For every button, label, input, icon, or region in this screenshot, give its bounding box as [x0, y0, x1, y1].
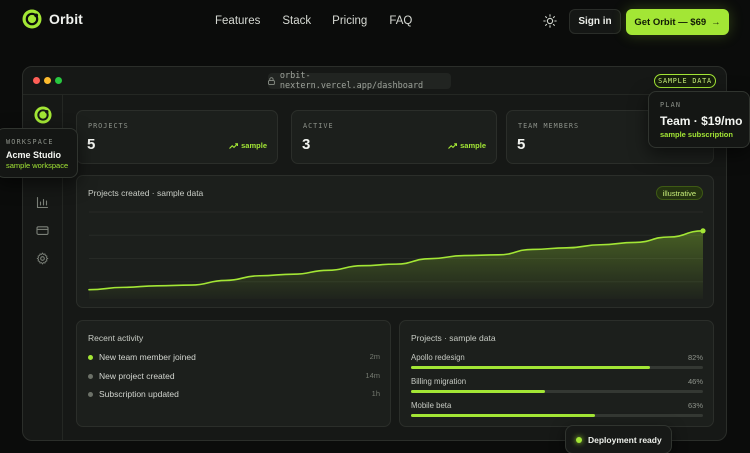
activity-item[interactable]: New project created 14m [88, 371, 380, 383]
nav-link-faq[interactable]: FAQ [389, 15, 412, 27]
progress-track [411, 390, 703, 393]
deployment-toast[interactable]: Deployment ready [565, 425, 672, 453]
sample-data-badge: SAMPLE DATA [654, 74, 716, 88]
status-dot [576, 436, 582, 443]
plan-label: PLAN [660, 101, 682, 109]
url-text: orbit-nextern.vercel.app/dashboard [279, 71, 424, 91]
stat-card-active: ACTIVE 3 sample [291, 110, 497, 164]
plan-name: Team · $19/mo [660, 114, 743, 128]
activity-dot [88, 392, 93, 397]
stat-label: TEAM MEMBERS [518, 122, 580, 130]
progress-fill [411, 414, 595, 417]
recent-activity-card: Recent activity New team member joined 2… [76, 320, 391, 427]
activity-text: New team member joined [99, 352, 196, 362]
plan-popover[interactable]: PLAN Team · $19/mo sample subscription [648, 91, 750, 148]
stat-delta-label: sample [460, 141, 486, 150]
stat-delta: sample [448, 141, 486, 150]
project-item[interactable]: Mobile beta 63% [411, 401, 703, 423]
window-titlebar: orbit-nextern.vercel.app/dashboard SAMPL… [23, 67, 726, 95]
dashboard-window: orbit-nextern.vercel.app/dashboard SAMPL… [22, 66, 727, 441]
project-percent: 46% [687, 377, 703, 386]
orbit-logo-icon[interactable] [34, 106, 52, 124]
workspace-popover[interactable]: WORKSPACE Acme Studio sample workspace [0, 128, 78, 178]
minimize-window-dot[interactable] [44, 77, 51, 84]
orbit-logo-icon [22, 9, 42, 29]
get-orbit-button[interactable]: Get Orbit — $69 → [626, 9, 729, 35]
stat-label: PROJECTS [88, 122, 129, 130]
chart-bar-icon[interactable] [36, 196, 49, 209]
activity-item[interactable]: Subscription updated 1h [88, 389, 380, 401]
progress-track [411, 366, 703, 369]
area-chart [88, 211, 706, 299]
arrow-right-icon: → [711, 16, 721, 28]
trend-up-icon [448, 142, 458, 149]
project-name: Mobile beta [411, 401, 452, 410]
activity-dot [88, 355, 93, 360]
workspace-label: WORKSPACE [6, 138, 54, 146]
get-orbit-label: Get Orbit — $69 [634, 16, 707, 28]
deployment-text: Deployment ready [588, 434, 662, 445]
nav-link-features[interactable]: Features [215, 15, 260, 27]
stat-value: 3 [302, 136, 311, 153]
activity-time: 14m [365, 371, 380, 380]
trend-up-icon [229, 142, 239, 149]
projects-chart-card: Projects created · sample data illustrat… [76, 175, 714, 308]
activity-dot [88, 374, 93, 379]
address-bar[interactable]: orbit-nextern.vercel.app/dashboard [268, 71, 451, 91]
project-name: Apollo redesign [411, 353, 465, 362]
stat-label: ACTIVE [303, 122, 334, 130]
activity-text: Subscription updated [99, 389, 179, 399]
project-percent: 63% [687, 401, 703, 410]
nav-link-stack[interactable]: Stack [282, 15, 311, 27]
nav-links: Features Stack Pricing FAQ [215, 15, 412, 27]
brand-name: Orbit [49, 11, 83, 27]
project-item[interactable]: Billing migration 46% [411, 377, 703, 399]
activity-title: Recent activity [88, 333, 144, 343]
project-name: Billing migration [411, 377, 467, 386]
progress-track [411, 414, 703, 417]
maximize-window-dot[interactable] [55, 77, 62, 84]
stat-value: 5 [87, 136, 96, 153]
activity-item[interactable]: New team member joined 2m [88, 352, 380, 364]
project-percent: 82% [687, 353, 703, 362]
workspace-name: Acme Studio [6, 150, 62, 160]
stat-delta-label: sample [241, 141, 267, 150]
progress-fill [411, 390, 546, 393]
progress-fill [411, 366, 651, 369]
lock-icon [268, 77, 275, 85]
project-item[interactable]: Apollo redesign 82% [411, 353, 703, 375]
activity-time: 1h [371, 389, 380, 398]
brand-logo[interactable]: Orbit [22, 9, 83, 29]
sign-in-button[interactable]: Sign in [569, 9, 621, 34]
top-nav: Orbit Features Stack Pricing FAQ Sign in… [0, 0, 750, 44]
stat-delta: sample [229, 141, 267, 150]
projects-title: Projects · sample data [411, 333, 496, 343]
sun-icon[interactable] [543, 14, 557, 28]
stat-card-projects: PROJECTS 5 sample [76, 110, 278, 164]
workspace-sub: sample workspace [6, 161, 69, 170]
activity-time: 2m [369, 352, 380, 361]
nav-link-pricing[interactable]: Pricing [332, 15, 367, 27]
credit-card-icon[interactable] [36, 224, 49, 237]
close-window-dot[interactable] [33, 77, 40, 84]
gear-icon[interactable] [36, 252, 49, 265]
chart-end-point [700, 228, 706, 234]
projects-progress-card: Projects · sample data Apollo redesign 8… [399, 320, 714, 427]
activity-text: New project created [99, 371, 175, 381]
stat-value: 5 [517, 136, 526, 153]
plan-sub: sample subscription [660, 130, 733, 139]
